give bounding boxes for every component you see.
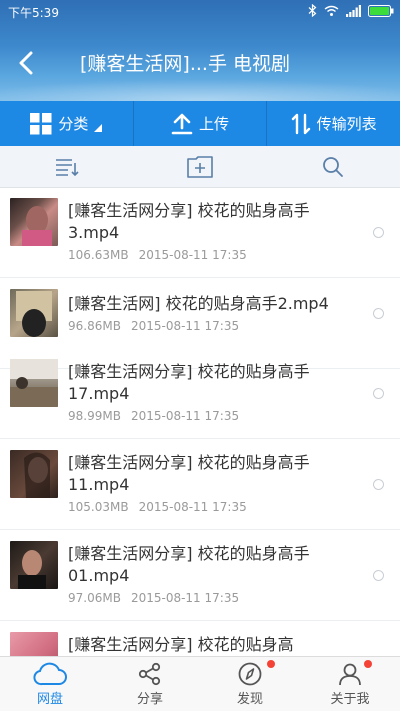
search-icon <box>323 156 344 177</box>
notification-dot <box>364 660 372 668</box>
nav-label: 关于我 <box>330 692 370 707</box>
transfer-list-button[interactable]: 传输列表 <box>266 101 400 146</box>
select-radio[interactable] <box>373 570 384 581</box>
file-size: 105.03MB <box>68 500 129 514</box>
file-date: 2015-08-11 17:35 <box>130 591 240 605</box>
file-size: 96.86MB <box>68 319 121 333</box>
wifi-icon <box>324 5 339 16</box>
video-thumbnail <box>10 541 58 589</box>
category-label: 分类 <box>58 115 89 133</box>
status-icons <box>308 4 394 17</box>
select-radio[interactable] <box>373 308 384 319</box>
dropdown-triangle-icon <box>94 123 103 132</box>
status-bar: 下午5:39 <box>0 0 400 24</box>
search-button[interactable] <box>267 146 400 187</box>
file-name: [赚客生活网分享] 校花的贴身高手3.mp4 <box>68 201 310 242</box>
file-row[interactable]: [赚客生活网分享] 校花的贴身高手11.mp4 105.03MB 2015-08-… <box>0 440 400 530</box>
upload-icon <box>171 113 193 134</box>
video-thumbnail <box>10 289 58 337</box>
file-size: 97.06MB <box>68 591 121 605</box>
select-radio[interactable] <box>373 388 384 399</box>
transfer-list-label: 传输列表 <box>316 115 377 133</box>
file-date: 2015-08-11 17:35 <box>138 248 247 262</box>
nav-about-me[interactable]: 关于我 <box>300 657 400 711</box>
cloud-icon <box>33 662 67 686</box>
transfer-icon <box>291 113 310 134</box>
file-meta: 106.63MB 2015-08-11 17:35 <box>68 248 247 262</box>
file-size: 98.99MB <box>68 409 121 423</box>
battery-icon <box>368 4 394 17</box>
file-row[interactable]: [赚客生活网分享] 校花的贴身高手01.mp4 97.06MB 2015-08-1… <box>0 531 400 621</box>
notification-dot <box>267 660 275 668</box>
select-radio[interactable] <box>373 227 384 238</box>
file-meta: 98.99MB 2015-08-11 17:35 <box>68 409 239 423</box>
video-thumbnail <box>10 359 58 407</box>
bottom-nav: 网盘 分享 发现 关于我 <box>0 656 400 711</box>
file-row[interactable]: [赚客生活网分享] 校花的贴身高手3.mp4 106.63MB 2015-08-1… <box>0 188 400 278</box>
page-title: [赚客生活网]...手 电视剧 <box>80 53 290 75</box>
nav-label: 发现 <box>236 692 263 707</box>
file-date: 2015-08-11 17:35 <box>130 319 240 333</box>
file-name: [赚客生活网分享] 校花的贴身高手11.mp4 <box>68 453 310 494</box>
file-name: [赚客生活网分享] 校花的贴身高手17.mp4 <box>68 362 310 403</box>
file-meta: 96.86MB 2015-08-11 17:35 <box>68 319 239 333</box>
nav-share[interactable]: 分享 <box>100 657 200 711</box>
file-date: 2015-08-11 17:35 <box>130 409 240 423</box>
file-size: 106.63MB <box>68 248 129 262</box>
status-time: 下午5:39 <box>8 6 59 20</box>
action-bar: 分类 上传 传输列表 <box>0 101 400 146</box>
file-row[interactable]: [赚客生活网分享] 校花的贴身高手17.mp4 98.99MB 2015-08-1… <box>0 349 400 439</box>
nav-label: 分享 <box>136 692 163 707</box>
file-name: [赚客生活网分享] 校花的贴身高手01.mp4 <box>68 544 310 585</box>
video-thumbnail <box>10 632 58 656</box>
grid-icon <box>30 112 52 134</box>
new-folder-icon <box>187 155 213 178</box>
sort-button[interactable] <box>0 146 133 187</box>
share-icon <box>138 662 161 686</box>
signal-icon <box>346 4 361 17</box>
file-meta: 105.03MB 2015-08-11 17:35 <box>68 500 247 514</box>
user-icon <box>339 663 361 686</box>
file-name: [赚客生活网] 校花的贴身高手2.mp4 <box>68 294 329 313</box>
nav-label: 网盘 <box>36 692 63 707</box>
back-arrow-icon <box>19 51 33 75</box>
new-folder-button[interactable] <box>133 146 266 187</box>
video-thumbnail <box>10 198 58 246</box>
select-radio[interactable] <box>373 479 384 490</box>
file-date: 2015-08-11 17:35 <box>138 500 247 514</box>
file-meta: 97.06MB 2015-08-11 17:35 <box>68 591 239 605</box>
header-banner: 下午5:39 [赚客生活网]...手 电视剧 <box>0 0 400 101</box>
nav-netdisk[interactable]: 网盘 <box>0 657 100 711</box>
category-button[interactable]: 分类 <box>0 101 133 146</box>
file-row[interactable]: [赚客生活网分享] 校花的贴身高 <box>0 622 400 656</box>
compass-icon <box>238 662 262 686</box>
file-name: [赚客生活网分享] 校花的贴身高 <box>68 635 294 654</box>
upload-button[interactable]: 上传 <box>132 101 267 146</box>
back-button[interactable] <box>12 48 40 78</box>
upload-label: 上传 <box>199 115 230 133</box>
file-list: [赚客生活网分享] 校花的贴身高手3.mp4 106.63MB 2015-08-1… <box>0 188 400 656</box>
video-thumbnail <box>10 450 58 498</box>
nav-discover[interactable]: 发现 <box>200 657 300 711</box>
bluetooth-icon <box>308 4 317 17</box>
sort-list-icon <box>55 158 79 176</box>
tool-bar <box>0 146 400 188</box>
